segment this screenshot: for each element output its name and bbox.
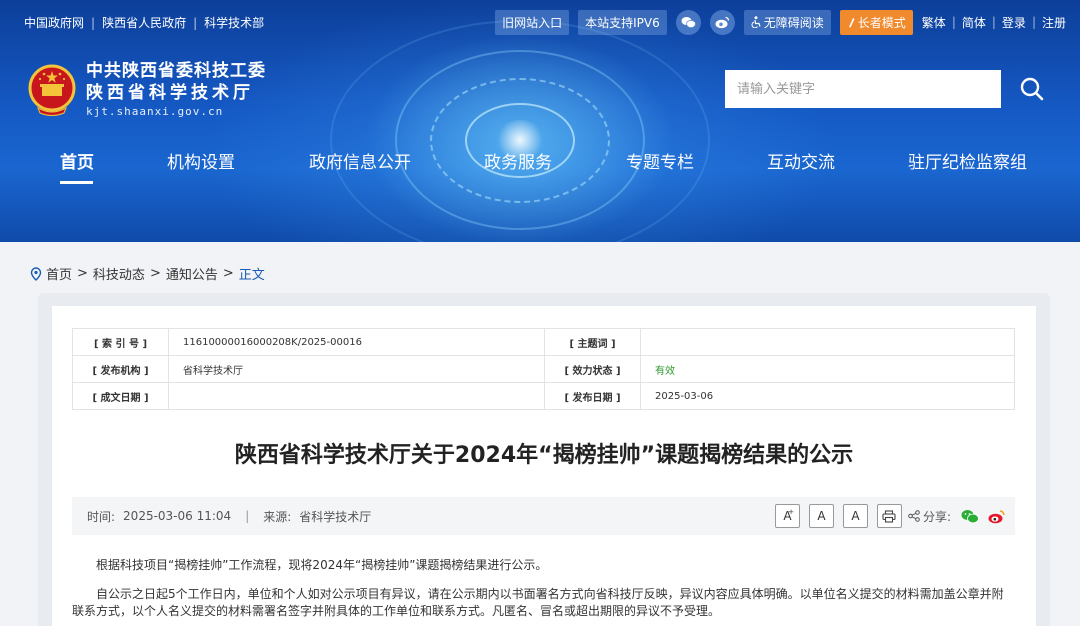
separator: | (1031, 15, 1036, 29)
national-emblem-icon (28, 64, 76, 116)
index-value: 11610000016000208K/2025-00016 (168, 328, 545, 356)
link-most[interactable]: 科学技术部 (204, 14, 264, 31)
document-meta-table: [ 索 引 号 ] 11610000016000208K/2025-00016 … (72, 328, 1015, 410)
article-tools: A + A A 分享: (766, 504, 1009, 528)
source-value: 省科学技术厅 (299, 509, 372, 524)
subject-value (640, 328, 1015, 356)
nav-item-home[interactable]: 首页 (60, 148, 94, 173)
table-row: [ 成文日期 ] [ 发布日期 ] 2025-03-06 (72, 382, 1015, 410)
logo-domain: kjt.shaanxi.gov.cn (86, 105, 224, 118)
site-header: 中国政府网 | 陕西省人民政府 | 科学技术部 旧网站入口 本站支持IPV6 无… (0, 0, 1080, 242)
search-icon (1020, 77, 1044, 101)
nav-item-interaction[interactable]: 互动交流 (767, 148, 835, 173)
validity-value: 有效 (640, 355, 1015, 383)
article-info-bar: 时间: 2025-03-06 11:04 | 来源: 省科学技术厅 A + A … (72, 497, 1015, 535)
article-title: 陕西省科学技术厅关于2024年“揭榜挂帅”课题揭榜结果的公示 (234, 443, 854, 468)
time-label: 时间: (87, 509, 116, 524)
separator: | (193, 15, 198, 30)
accessibility-icon (751, 16, 761, 28)
table-row: [ 索 引 号 ] 11610000016000208K/2025-00016 … (72, 328, 1015, 356)
simplified-chinese-link[interactable]: 简体 (962, 14, 986, 31)
print-button[interactable] (876, 504, 902, 528)
search-input[interactable] (725, 70, 1001, 108)
share-group: 分享: (908, 508, 1009, 525)
nav-item-topics[interactable]: 专题专栏 (626, 148, 694, 173)
traditional-chinese-link[interactable]: 繁体 (922, 14, 946, 31)
elder-mode-button[interactable]: 长者模式 (839, 9, 913, 35)
share-icon (908, 510, 920, 522)
main-nav: 首页 机构设置 政府信息公开 政务服务 专题专栏 互动交流 驻厅纪检监察组 (0, 140, 1080, 190)
logo-line2: 陕西省科学技术厅 (86, 83, 254, 103)
search-button[interactable] (1001, 70, 1063, 108)
nav-item-gov-info[interactable]: 政府信息公开 (309, 148, 411, 173)
external-links: 中国政府网 | 陕西省人民政府 | 科学技术部 (24, 14, 264, 31)
old-site-button[interactable]: 旧网站入口 (495, 9, 570, 35)
login-link[interactable]: 登录 (1002, 14, 1026, 31)
elder-mode-label: 长者模式 (857, 15, 906, 30)
breadcrumb-notices[interactable]: 通知公告 (166, 264, 218, 283)
font-small-button[interactable]: A (842, 504, 868, 528)
time-value: 2025-03-06 11:04 (123, 509, 232, 523)
nav-item-organization[interactable]: 机构设置 (167, 148, 235, 173)
font-medium-button[interactable]: A (808, 504, 834, 528)
index-label: [ 索 引 号 ] (72, 328, 169, 356)
font-large-plus: + (788, 508, 794, 516)
article-paragraph: 自公示之日起5个工作日内，单位和个人如对公示项目有异议，请在公示期内以书面署名方… (72, 587, 1004, 618)
breadcrumb: 首页 > 科技动态 > 通知公告 > 正文 (30, 264, 265, 283)
published-date-label: [ 发布日期 ] (544, 382, 641, 410)
logo-text: 中共陕西省委科技工委 陕西省科学技术厅 kjt.shaanxi.gov.cn (86, 60, 266, 120)
separator: | (951, 15, 956, 29)
share-wechat-icon[interactable] (961, 509, 982, 524)
breadcrumb-news[interactable]: 科技动态 (93, 264, 145, 283)
subject-label: [ 主题词 ] (544, 328, 641, 356)
article-paragraph: 根据科技项目“揭榜挂帅”工作流程，现将2024年“揭榜挂帅”课题揭榜结果进行公示… (96, 558, 548, 572)
register-link[interactable]: 注册 (1042, 14, 1066, 31)
share-label: 分享: (922, 509, 951, 524)
breadcrumb-separator: > (222, 266, 234, 281)
info-divider: | (245, 509, 250, 523)
link-shaanxi-gov[interactable]: 陕西省人民政府 (102, 14, 186, 31)
site-logo[interactable]: 中共陕西省委科技工委 陕西省科学技术厅 kjt.shaanxi.gov.cn (28, 60, 266, 120)
location-pin-icon (30, 266, 42, 281)
wechat-icon[interactable] (675, 9, 701, 35)
separator: | (91, 15, 96, 30)
link-gov-cn[interactable]: 中国政府网 (24, 14, 84, 31)
created-date-value (168, 382, 545, 410)
accessible-reading-button[interactable]: 无障碍阅读 (743, 9, 831, 35)
print-icon (882, 509, 897, 523)
weibo-icon[interactable] (709, 9, 735, 35)
font-large-button[interactable]: A + (774, 504, 800, 528)
breadcrumb-current: 正文 (238, 268, 265, 283)
nav-active-indicator (60, 181, 93, 184)
elder-icon (848, 17, 855, 27)
validity-label: [ 效力状态 ] (544, 355, 641, 383)
top-right-tools: 旧网站入口 本站支持IPV6 无障碍阅读 长者模式 繁体 | 简体 | 登录 |… (495, 9, 1066, 35)
table-row: [ 发布机构 ] 省科学技术厅 [ 效力状态 ] 有效 (72, 355, 1015, 383)
publisher-value: 省科学技术厅 (168, 355, 545, 383)
ipv6-button[interactable]: 本站支持IPV6 (578, 9, 667, 35)
created-date-label: [ 成文日期 ] (72, 382, 169, 410)
source-label: 来源: (263, 509, 292, 524)
share-weibo-icon[interactable] (988, 509, 1009, 524)
logo-line1: 中共陕西省委科技工委 (86, 61, 266, 81)
separator: | (991, 15, 996, 29)
article-body: 根据科技项目“揭榜挂帅”工作流程，现将2024年“揭榜挂帅”课题揭榜结果进行公示… (72, 557, 1015, 620)
top-bar: 中国政府网 | 陕西省人民政府 | 科学技术部 旧网站入口 本站支持IPV6 无… (0, 0, 1080, 44)
breadcrumb-home[interactable]: 首页 (46, 264, 72, 283)
breadcrumb-separator: > (149, 266, 161, 281)
publisher-label: [ 发布机构 ] (72, 355, 169, 383)
nav-item-discipline[interactable]: 驻厅纪检监察组 (908, 148, 1027, 173)
accessible-reading-label: 无障碍阅读 (763, 15, 824, 30)
breadcrumb-separator: > (77, 266, 88, 281)
published-date-value: 2025-03-06 (640, 382, 1015, 410)
nav-item-services[interactable]: 政务服务 (484, 148, 552, 173)
